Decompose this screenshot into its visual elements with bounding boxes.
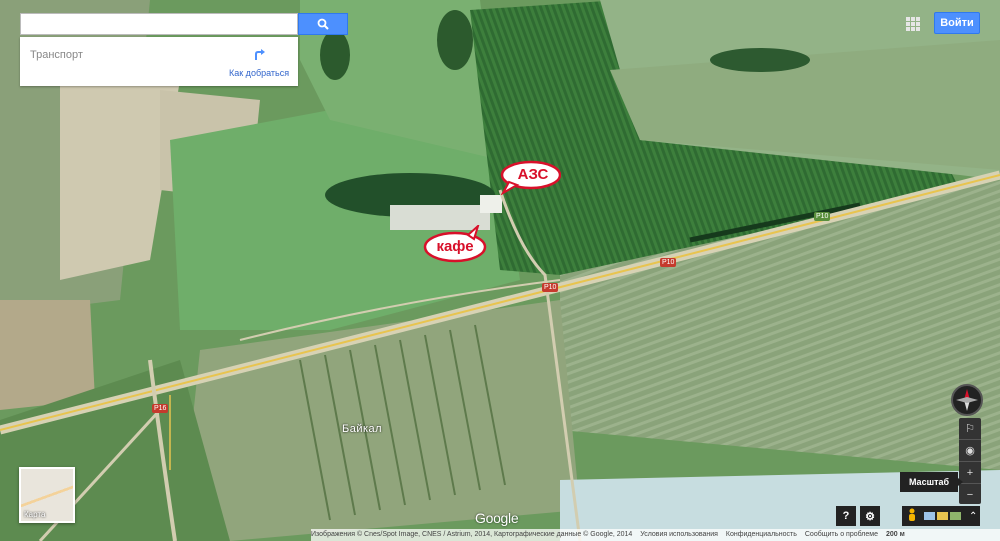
pegman-icon[interactable] — [906, 508, 918, 524]
road-shield: P10 — [814, 212, 831, 221]
expand-chevron-icon[interactable]: ⌃ — [969, 511, 977, 522]
zoom-tooltip: Масштаб — [900, 472, 963, 492]
tilt-icon[interactable]: ⚐ — [959, 418, 981, 440]
terms-link[interactable]: Условия использования — [640, 531, 718, 538]
transport-label[interactable]: Транспорт — [30, 49, 83, 61]
apps-grid-icon[interactable] — [906, 17, 920, 31]
google-logo: Google — [475, 510, 519, 526]
road-shield: P16 — [152, 404, 169, 413]
road-shield: P10 — [660, 258, 677, 267]
directions-link[interactable]: Как добраться — [229, 68, 289, 78]
search-button[interactable] — [298, 13, 348, 35]
road-shield: P10 — [542, 283, 559, 292]
imagery-attribution: Изображения © Cnes/Spot Image, CNES / As… — [311, 531, 633, 538]
village-label: Байкал — [342, 423, 383, 435]
search-input[interactable] — [21, 14, 297, 34]
pegman-position-icon[interactable]: ◉ — [959, 440, 981, 462]
zoom-out-button[interactable]: − — [959, 484, 981, 505]
minimap-label: Карта — [24, 510, 46, 519]
callout-gas-station-label: АЗС — [517, 166, 549, 183]
settings-gear-icon[interactable]: ⚙ — [860, 506, 880, 526]
layer-thumb-icon[interactable] — [924, 512, 935, 520]
zoom-controls: ⚐ ◉ + − — [959, 418, 981, 504]
signin-button[interactable]: Войти — [934, 12, 980, 34]
bottom-tools: ? ⚙ — [836, 506, 880, 528]
layer-thumb-icon[interactable] — [937, 512, 948, 520]
search-icon — [317, 18, 329, 30]
search-panel: Транспорт Как добраться — [20, 37, 298, 86]
layer-thumb-icon[interactable] — [950, 512, 961, 520]
privacy-link[interactable]: Конфиденциальность — [726, 531, 797, 538]
callout-cafe: кафе — [422, 225, 488, 265]
attribution-bar: Изображения © Cnes/Spot Image, CNES / As… — [311, 529, 1000, 541]
layers-strip[interactable]: ⌃ — [902, 506, 980, 526]
help-button[interactable]: ? — [836, 506, 856, 526]
callout-cafe-label: кафе — [436, 238, 474, 255]
compass-icon[interactable] — [951, 384, 983, 416]
report-link[interactable]: Сообщить о проблеме — [805, 531, 878, 538]
map-type-toggle[interactable]: Карта — [19, 467, 75, 523]
scale-label: 200 м — [885, 531, 905, 538]
search-box[interactable] — [20, 13, 298, 35]
directions-icon[interactable] — [252, 47, 266, 61]
callout-gas-station: АЗС — [497, 160, 561, 195]
